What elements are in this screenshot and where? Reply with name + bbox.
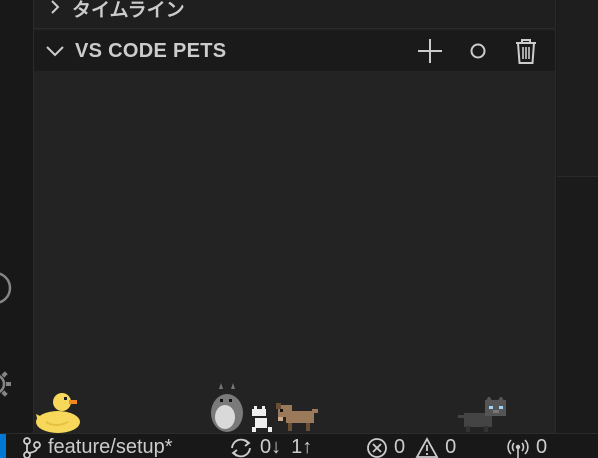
editor-panel-upper [557,0,598,177]
problems-status[interactable]: 0 0 [366,436,456,458]
status-bar: feature/setup* 0↓ 1↑ 0 0 0 [0,433,598,458]
timeline-section-title: タイムライン [72,0,185,21]
remote-indicator[interactable] [0,434,6,458]
branch-status[interactable]: feature/setup* [22,436,173,458]
remove-pet-button[interactable] [511,36,541,66]
ports-count: 0 [536,436,548,458]
sync-up-count: 1↑ [291,436,313,458]
trash-icon [516,39,536,64]
rubber-duck-pet[interactable] [34,388,82,434]
circle-icon [470,43,486,59]
cat-gray-pet[interactable] [458,397,508,433]
add-pet-button[interactable] [415,36,445,66]
ports-status[interactable]: 0 [506,436,547,458]
broadcast-icon [507,438,529,458]
pets-section-header[interactable]: VS CODE PETS [34,31,555,71]
sync-icon [231,438,251,457]
gear-icon[interactable] [0,362,12,406]
pets-section-actions [415,31,541,71]
pets-section-title: VS CODE PETS [75,39,227,62]
pets-playground [34,71,555,433]
chevron-right-icon [51,0,60,14]
dog-brown-pet[interactable] [276,401,320,433]
error-icon [367,437,387,458]
sync-status[interactable]: 0↓ 1↑ [228,436,312,458]
error-count: 0 [394,436,406,458]
cat-black-white-pet[interactable] [246,397,280,433]
activity-bar [0,0,12,433]
account-icon[interactable] [0,266,12,310]
sync-down-count: 0↓ [260,436,282,458]
totoro-pet[interactable] [209,383,245,433]
timeline-section-header[interactable]: タイムライン [34,0,555,29]
git-branch-icon [23,436,41,458]
branch-name: feature/setup* [48,436,173,458]
sidebar: タイムライン VS CODE PETS [33,0,556,433]
throw-ball-button[interactable] [463,36,493,66]
plus-icon [418,39,442,63]
chevron-down-icon [46,46,64,57]
warning-count: 0 [445,436,457,458]
editor-area [557,0,598,433]
warning-icon [415,436,439,458]
